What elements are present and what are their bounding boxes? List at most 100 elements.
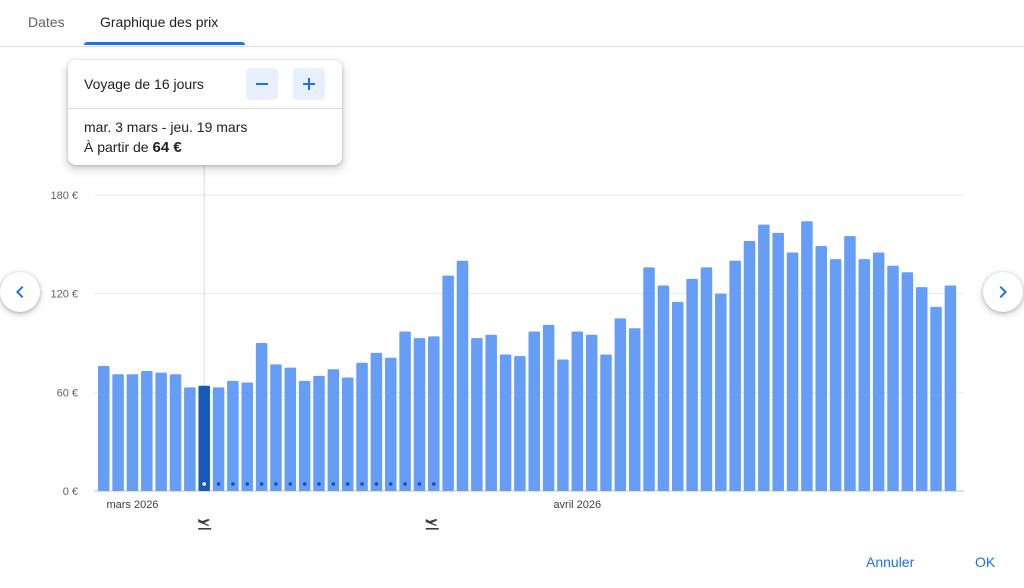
divider: [68, 108, 342, 109]
decrease-duration-button[interactable]: [246, 68, 278, 100]
trip-range-dot: [288, 482, 293, 486]
trip-range-dot: [374, 482, 379, 486]
bar[interactable]: [155, 372, 167, 491]
y-tick-label: 60 €: [57, 387, 78, 399]
chevron-left-icon: [16, 286, 24, 298]
trip-price: 64 €: [152, 139, 182, 156]
bar[interactable]: [255, 343, 268, 491]
ok-button[interactable]: OK: [975, 554, 995, 570]
bar[interactable]: [313, 375, 325, 491]
plus-icon: [303, 78, 315, 90]
bar[interactable]: [628, 328, 641, 491]
bar[interactable]: [915, 287, 928, 491]
y-tick-label: 0 €: [63, 486, 78, 498]
bar[interactable]: [672, 301, 684, 491]
bar[interactable]: [901, 272, 914, 491]
trip-duration-label: Voyage de 16 jours: [84, 76, 204, 92]
bar[interactable]: [614, 318, 627, 491]
bar[interactable]: [571, 331, 584, 491]
trip-range-dot: [345, 482, 350, 486]
trip-range-dot: [432, 482, 436, 486]
bar[interactable]: [801, 221, 813, 492]
bar[interactable]: [815, 245, 828, 491]
bar[interactable]: [385, 357, 397, 491]
y-tick-label: 180 €: [50, 190, 78, 202]
bar[interactable]: [758, 224, 770, 491]
bar[interactable]: [456, 260, 469, 491]
bar[interactable]: [944, 285, 957, 491]
trip-range-dot: [331, 482, 336, 486]
bar[interactable]: [284, 367, 297, 491]
bar[interactable]: [327, 369, 340, 491]
bar[interactable]: [772, 232, 784, 492]
trip-range-dot: [274, 482, 278, 486]
bar[interactable]: [872, 252, 885, 491]
bar[interactable]: [370, 352, 383, 491]
bar[interactable]: [471, 338, 483, 491]
bar[interactable]: [542, 324, 555, 491]
bar[interactable]: [930, 306, 942, 491]
selected-bar[interactable]: [198, 385, 210, 491]
bar[interactable]: [212, 387, 225, 491]
bar[interactable]: [227, 380, 239, 491]
trip-price-row: À partir de 64 €: [84, 139, 182, 156]
bar[interactable]: [141, 370, 153, 491]
trip-range-dot: [202, 482, 206, 486]
trip-range-dot: [388, 482, 393, 486]
bar[interactable]: [887, 265, 899, 491]
trip-range-dot: [259, 482, 264, 486]
bar[interactable]: [786, 252, 799, 491]
bar[interactable]: [413, 338, 426, 491]
trip-range-dot: [231, 482, 235, 486]
bar[interactable]: [270, 364, 282, 491]
trip-range-dot: [360, 482, 364, 486]
increase-duration-button[interactable]: [293, 68, 325, 100]
bar[interactable]: [829, 259, 842, 491]
trip-tooltip: Voyage de 16 jours mar. 3 mars - jeu. 19…: [68, 60, 342, 165]
bar[interactable]: [844, 236, 856, 491]
minus-icon: [256, 83, 268, 85]
trip-range-dot: [245, 482, 250, 486]
bar[interactable]: [126, 374, 139, 491]
bar[interactable]: [600, 354, 612, 491]
price-prefix: À partir de: [84, 139, 149, 155]
plane-departure-icon: [198, 519, 212, 530]
bar[interactable]: [557, 359, 569, 491]
trip-range-dot: [216, 482, 221, 486]
trip-range-dot: [403, 482, 407, 486]
trip-range-dot: [417, 482, 422, 486]
bar[interactable]: [657, 285, 670, 491]
bar[interactable]: [428, 336, 440, 491]
bar[interactable]: [356, 362, 368, 491]
x-tick-label: mars 2026: [106, 499, 158, 511]
trip-range-dot: [302, 482, 307, 486]
chevron-right-icon: [999, 286, 1007, 298]
bar[interactable]: [528, 331, 541, 491]
bar[interactable]: [399, 331, 411, 491]
bar[interactable]: [442, 275, 454, 491]
bar[interactable]: [686, 278, 698, 491]
bar[interactable]: [715, 293, 727, 491]
bar[interactable]: [743, 241, 756, 491]
previous-period-button[interactable]: [0, 272, 40, 312]
bar[interactable]: [858, 259, 871, 491]
bar[interactable]: [241, 382, 254, 491]
bar[interactable]: [298, 380, 311, 491]
bar[interactable]: [514, 356, 526, 491]
bar[interactable]: [585, 334, 598, 491]
bar[interactable]: [499, 354, 512, 491]
bar[interactable]: [98, 366, 110, 491]
bar[interactable]: [700, 267, 713, 491]
bar[interactable]: [341, 377, 354, 491]
bar[interactable]: [184, 387, 196, 491]
trip-range-dot: [317, 482, 321, 486]
bar[interactable]: [643, 267, 655, 491]
trip-dates: mar. 3 mars - jeu. 19 mars: [84, 119, 248, 135]
next-period-button[interactable]: [983, 272, 1023, 312]
bar[interactable]: [112, 374, 124, 491]
y-tick-label: 120 €: [50, 289, 78, 301]
bar[interactable]: [169, 374, 182, 491]
cancel-button[interactable]: Annuler: [866, 554, 914, 570]
bar[interactable]: [485, 334, 497, 491]
bar[interactable]: [729, 260, 741, 491]
